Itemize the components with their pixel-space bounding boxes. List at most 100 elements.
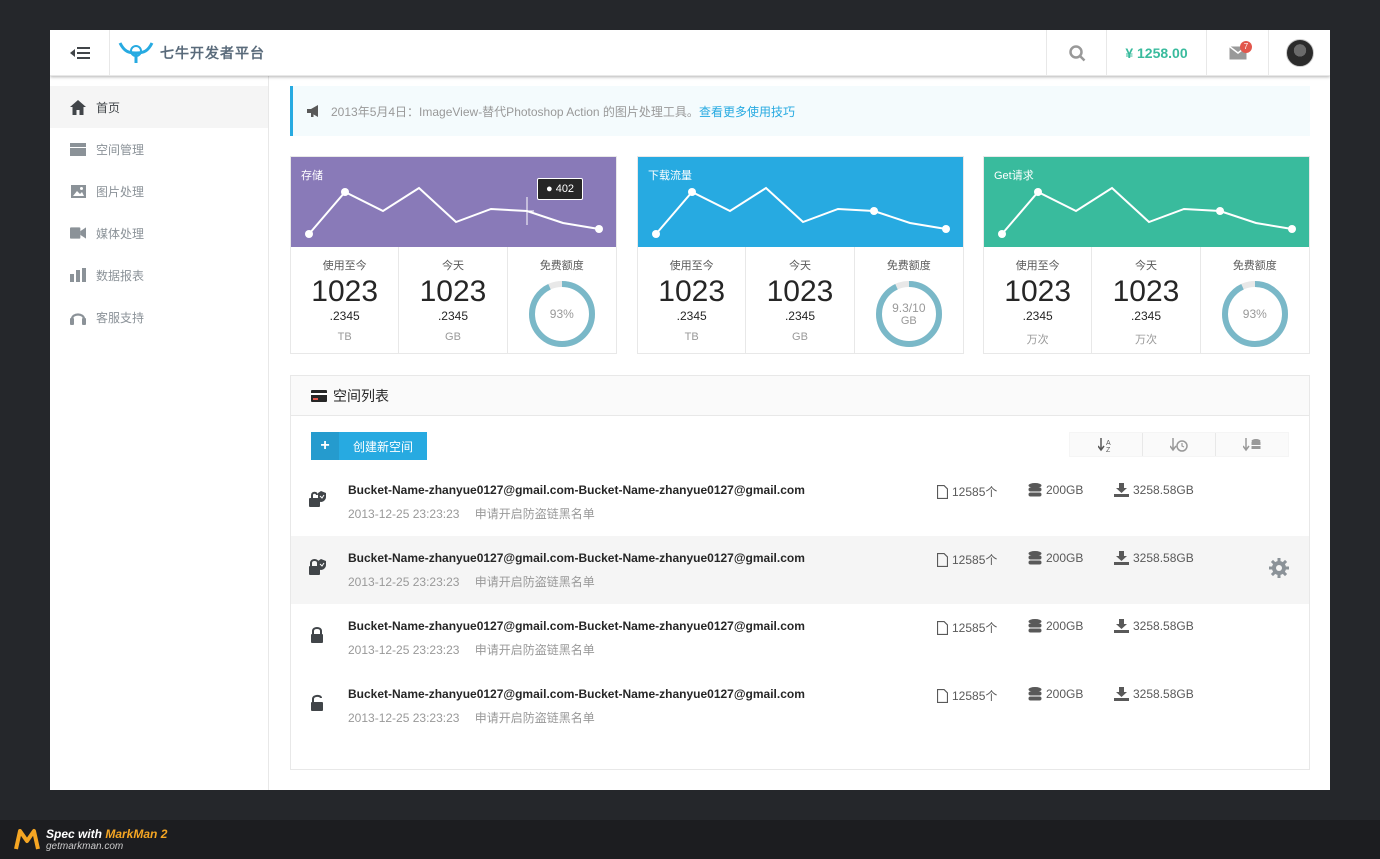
bucket-row[interactable]: Bucket-Name-zhanyue0127@gmail.com-Bucket… — [291, 672, 1309, 740]
plus-icon: + — [311, 432, 339, 460]
sort-by-size-button[interactable] — [1216, 433, 1288, 456]
bucket-name: Bucket-Name-zhanyue0127@gmail.com-Bucket… — [348, 551, 805, 565]
bucket-note: 申请开启防盗链黑名单 — [474, 507, 595, 521]
stat-card-requests: Get请求 使用至今 1023 .2345 万次 今天 1023 .2345 万… — [983, 156, 1310, 354]
sort-by-name-button[interactable]: A Z — [1070, 433, 1143, 456]
storage-size: 200GB — [1028, 687, 1083, 701]
sort-toolbar: A Z — [1069, 432, 1289, 457]
bar-chart-icon — [70, 267, 86, 283]
card-icon — [311, 389, 327, 402]
sidebar-item-home[interactable]: 首页 — [50, 86, 268, 128]
sidebar-item-label: 数据报表 — [96, 268, 145, 283]
sidebar-item-label: 媒体处理 — [96, 226, 145, 241]
download-icon — [1114, 551, 1129, 565]
stat-decimal: .2345 — [329, 309, 360, 323]
sidebar-item-support[interactable]: 客服支持 — [50, 296, 268, 338]
announcement-link[interactable]: 查看更多使用技巧 — [699, 103, 795, 120]
messages-button[interactable]: 7 — [1206, 30, 1268, 76]
quota-ring: 93% — [1220, 279, 1290, 349]
sidebar-item-image[interactable]: 图片处理 — [50, 170, 268, 212]
bucket-list-panel: 空间列表 + 创建新空间 A Z Bucket-Name-zhanyue0127… — [290, 375, 1310, 770]
file-icon — [937, 552, 948, 567]
stat-quota: 免费额度 93% — [1201, 247, 1309, 354]
create-bucket-button[interactable]: + 创建新空间 — [311, 432, 428, 460]
stat-label: 使用至今 — [669, 260, 714, 272]
traffic-size: 3258.58GB — [1114, 551, 1194, 565]
database-icon — [1028, 687, 1042, 701]
card-title: 存储 — [301, 170, 323, 182]
bucket-date: 2013-12-25 23:23:23 — [348, 711, 460, 725]
file-count: 12585个 — [937, 551, 997, 568]
bucket-meta: 2013-12-25 23:23:23 申请开启防盗链黑名单 — [348, 505, 595, 522]
user-menu-button[interactable] — [1268, 30, 1330, 76]
bucket-name: Bucket-Name-zhanyue0127@gmail.com-Bucket… — [348, 483, 805, 497]
unlock-icon — [311, 694, 323, 711]
sidebar-item-label: 图片处理 — [96, 184, 145, 199]
stat-decimal: .2345 — [784, 309, 815, 323]
stat-label: 免费额度 — [1232, 260, 1277, 272]
sidebar-item-label: 首页 — [96, 100, 121, 115]
bucket-note: 申请开启防盗链黑名单 — [474, 575, 595, 589]
svg-text:Z: Z — [1106, 447, 1111, 452]
svg-text:A: A — [1106, 440, 1111, 447]
bucket-date: 2013-12-25 23:23:23 — [348, 575, 460, 589]
sort-time-icon — [1170, 437, 1188, 452]
sidebar-item-media[interactable]: 媒体处理 — [50, 212, 268, 254]
stat-label: 今天 — [1134, 260, 1157, 272]
stat-value: 1023 — [1004, 275, 1072, 308]
traffic-size: 3258.58GB — [1114, 619, 1194, 633]
stat-label: 免费额度 — [539, 260, 584, 272]
panel-title: 空间列表 — [333, 387, 389, 404]
announcement-bar: 2013年5月4日：ImageView-替代Photoshop Action 的… — [290, 86, 1310, 136]
sidebar-item-storage[interactable]: 空间管理 — [50, 128, 268, 170]
chart-tooltip: ● 402 — [537, 178, 584, 200]
storage-size: 200GB — [1028, 619, 1083, 633]
database-icon — [1028, 483, 1042, 497]
stat-unit: 万次 — [1134, 334, 1157, 346]
stat-unit: GB — [445, 331, 461, 343]
bucket-meta: 2013-12-25 23:23:23 申请开启防盗链黑名单 — [348, 641, 595, 658]
stat-decimal: .2345 — [437, 309, 468, 323]
storage-size: 200GB — [1028, 483, 1083, 497]
sidebar-item-label: 空间管理 — [96, 142, 145, 157]
bucket-name: Bucket-Name-zhanyue0127@gmail.com-Bucket… — [348, 619, 805, 633]
panel-header: 空间列表 — [291, 376, 1309, 416]
card-title: Get请求 — [994, 170, 1034, 182]
database-icon — [1028, 619, 1042, 633]
stat-decimal: .2345 — [1130, 309, 1161, 323]
shield-unlock-icon — [309, 491, 326, 507]
bucket-note: 申请开启防盗链黑名单 — [474, 643, 595, 657]
search-icon — [1068, 45, 1085, 62]
sparkline-chart — [305, 186, 603, 238]
app-canvas: 七牛开发者平台 ¥ 1258.00 7 首页 空间管理 图片处理 媒体处理 数据… — [50, 30, 1330, 790]
bucket-row[interactable]: Bucket-Name-zhanyue0127@gmail.com-Bucket… — [291, 536, 1309, 604]
brand-logo[interactable]: 七牛开发者平台 — [118, 38, 265, 68]
megaphone-icon — [307, 105, 318, 117]
ring-value: 93% — [1242, 307, 1267, 321]
stat-today: 今天 1023 .2345 万次 — [1092, 247, 1201, 354]
file-icon — [937, 484, 948, 499]
ring-value: 9.3/10 — [892, 301, 926, 315]
stat-unit: TB — [337, 331, 352, 343]
traffic-size: 3258.58GB — [1114, 483, 1194, 497]
bucket-row[interactable]: Bucket-Name-zhanyue0127@gmail.com-Bucket… — [291, 468, 1309, 536]
stat-value: 1023 — [658, 275, 726, 308]
gear-icon[interactable] — [1269, 558, 1289, 578]
home-icon — [70, 99, 86, 115]
stat-today: 今天 1023 .2345 GB — [399, 247, 508, 354]
sort-by-time-button[interactable] — [1143, 433, 1216, 456]
bucket-row[interactable]: Bucket-Name-zhanyue0127@gmail.com-Bucket… — [291, 604, 1309, 672]
lock-icon — [311, 627, 323, 643]
sidebar-toggle-button[interactable] — [50, 30, 110, 76]
stat-card-storage: 存储 ● 402 使用至今 1023 .2345 TB 今天 1023 .234… — [290, 156, 617, 354]
traffic-size: 3258.58GB — [1114, 687, 1194, 701]
balance-display[interactable]: ¥ 1258.00 — [1106, 30, 1206, 76]
footer-title: Spec with MarkMan 2 — [46, 827, 168, 841]
file-count: 12585个 — [937, 687, 997, 704]
sidebar-item-reports[interactable]: 数据报表 — [50, 254, 268, 296]
card-chart: 存储 ● 402 — [291, 157, 616, 247]
stat-label: 今天 — [788, 260, 811, 272]
search-button[interactable] — [1046, 30, 1106, 76]
storage-icon — [70, 141, 86, 157]
stat-total: 使用至今 1023 .2345 万次 — [984, 247, 1093, 354]
